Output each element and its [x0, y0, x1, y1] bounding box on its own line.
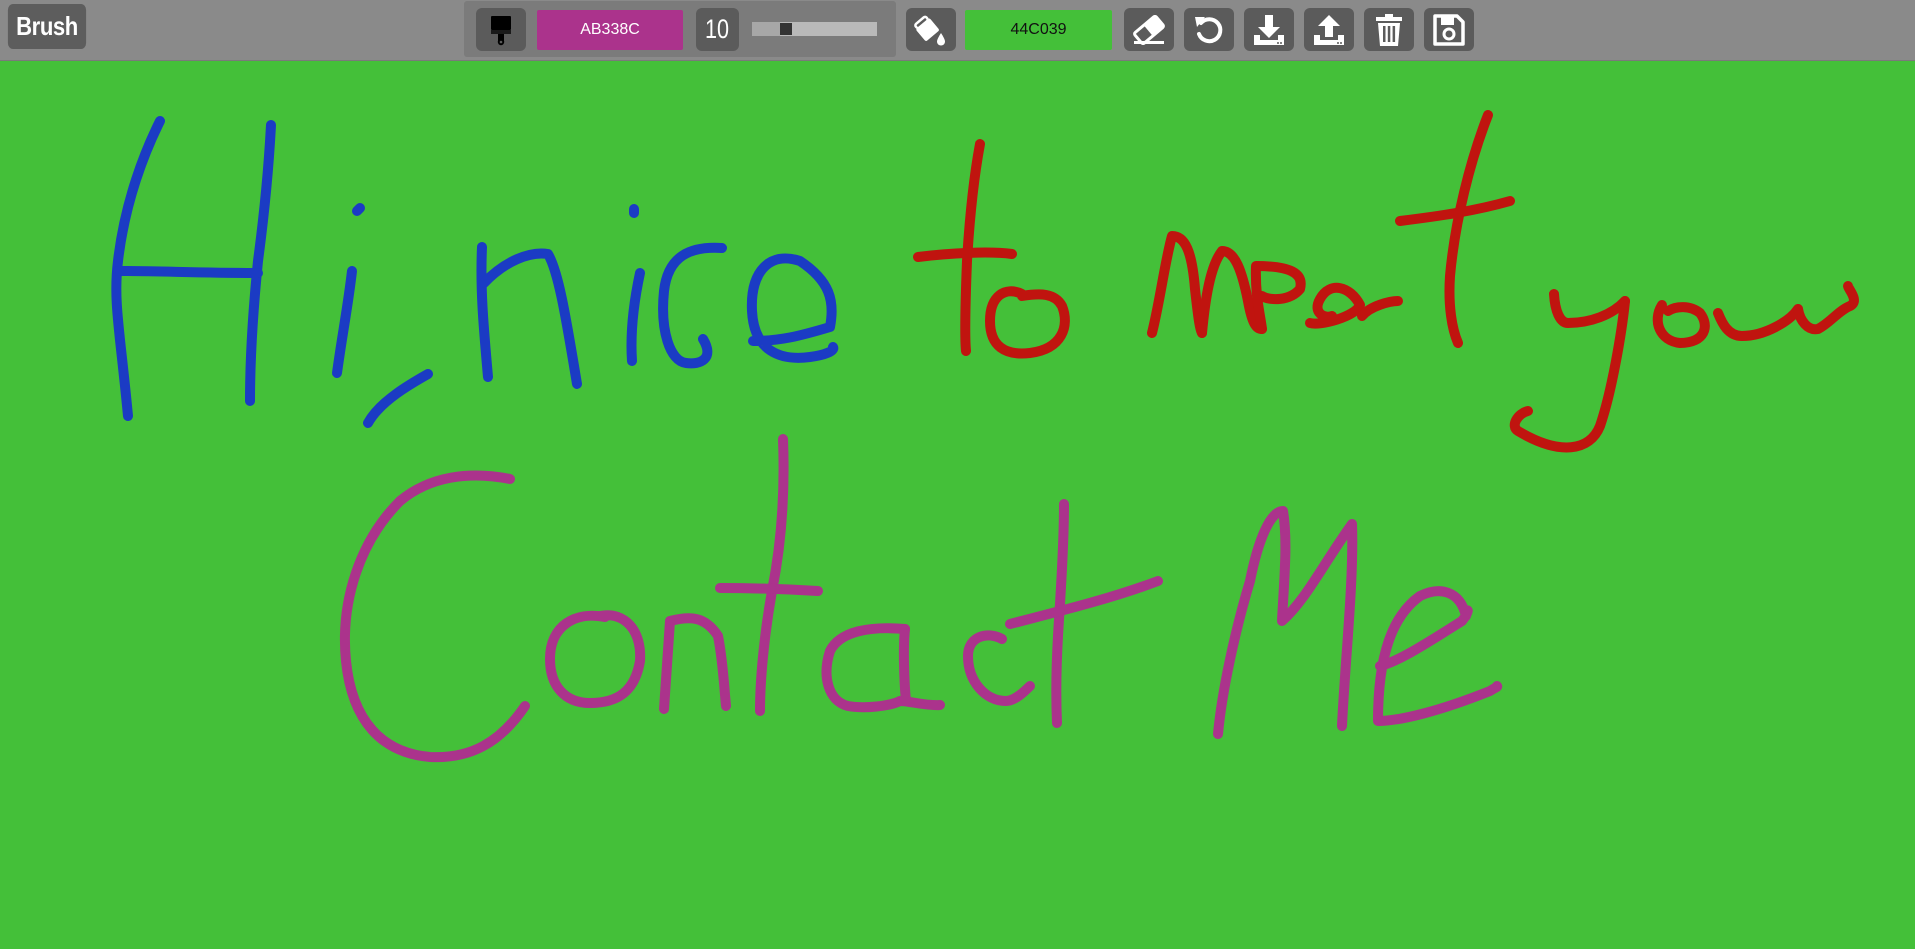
toolbar: Brush AB338C 10 44C039: [0, 0, 1915, 61]
brush-color-input[interactable]: AB338C: [537, 10, 683, 50]
brush-size-value: 10: [705, 14, 730, 44]
floppy-disk-icon: [1433, 13, 1465, 46]
undo-button[interactable]: [1184, 8, 1234, 51]
brush-tool-button[interactable]: [476, 8, 526, 51]
handwriting-layer: [111, 110, 1859, 763]
upload-icon: [1314, 14, 1344, 45]
drawing-canvas[interactable]: [0, 61, 1915, 947]
slider-fill: [752, 22, 780, 36]
eraser-button[interactable]: [1124, 8, 1174, 51]
brush-size-display: 10: [696, 8, 739, 51]
handwriting-to-meet-you: [913, 110, 1859, 453]
save-button[interactable]: [1424, 8, 1474, 51]
handwriting-contact-me: [340, 434, 1503, 763]
fill-color-input[interactable]: 44C039: [965, 10, 1112, 50]
handwriting-hi-nice: [111, 116, 839, 428]
download-button[interactable]: [1244, 8, 1294, 51]
mode-label-button[interactable]: Brush: [7, 4, 87, 49]
paint-bucket-icon: [914, 15, 945, 45]
undo-icon: [1195, 16, 1223, 43]
clear-button[interactable]: [1364, 8, 1414, 51]
download-icon: [1254, 14, 1284, 45]
paintbrush-icon: [491, 15, 511, 45]
eraser-icon: [1133, 14, 1165, 45]
slider-thumb[interactable]: [780, 23, 792, 35]
upload-button[interactable]: [1304, 8, 1354, 51]
trash-icon: [1376, 13, 1402, 46]
brush-size-slider[interactable]: [752, 22, 877, 36]
fill-tool-button[interactable]: [906, 8, 956, 51]
